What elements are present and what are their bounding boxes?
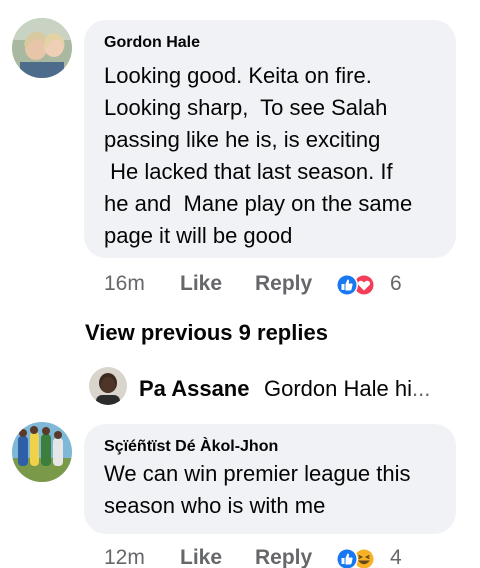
- comment-line: he and Mane play on the same: [104, 191, 413, 216]
- comment-line: page it will be good: [104, 223, 293, 248]
- avatar[interactable]: [12, 422, 72, 482]
- like-icon: [336, 548, 358, 568]
- reply-preview-row[interactable]: Pa Assane Gordon Hale hi...: [86, 364, 480, 410]
- comment-bubble: Sçïéñtïst Dé Àkol-Jhon We can win premie…: [84, 424, 456, 534]
- comment-author[interactable]: Gordon Hale: [104, 34, 200, 52]
- comment-line: He lacked that last season. If: [104, 159, 393, 184]
- view-previous-replies-link[interactable]: View previous 9 replies: [85, 320, 328, 346]
- comment-bubble: Gordon Hale Looking good. Keita on fire.…: [84, 20, 456, 258]
- comment-line: Looking good. Keita on fire.: [104, 63, 372, 88]
- timestamp[interactable]: 16m: [104, 272, 145, 296]
- ellipsis: ...: [411, 376, 431, 401]
- reactions[interactable]: [332, 546, 382, 568]
- comment-line: Looking sharp, To see Salah: [104, 95, 388, 120]
- profile-photo: [89, 367, 127, 405]
- reaction-icons: [336, 274, 375, 296]
- reply-author[interactable]: Pa Assane: [139, 376, 249, 402]
- reply-button[interactable]: Reply: [255, 546, 312, 568]
- reply-button[interactable]: Reply: [255, 272, 312, 296]
- comment-author[interactable]: Sçïéñtïst Dé Àkol-Jhon: [104, 438, 278, 456]
- like-button[interactable]: Like: [180, 272, 222, 296]
- reaction-icons: [336, 548, 375, 568]
- like-button[interactable]: Like: [180, 546, 222, 568]
- avatar[interactable]: [89, 367, 127, 405]
- comment-line: season who is with me: [104, 493, 326, 518]
- profile-photo: [12, 422, 72, 482]
- reply-preview-text[interactable]: Gordon Hale hi...: [264, 376, 430, 402]
- avatar[interactable]: [12, 18, 72, 78]
- like-icon: [336, 274, 358, 296]
- reaction-count[interactable]: 6: [390, 272, 402, 296]
- reaction-count[interactable]: 4: [390, 546, 402, 568]
- comment-actions: 16m Like Reply 6: [104, 272, 480, 302]
- comment-actions: 12m Like Reply 4: [104, 546, 480, 568]
- comment-line: passing like he is, is exciting: [104, 127, 381, 152]
- reply-snippet: Gordon Hale hi: [264, 376, 412, 401]
- profile-photo: [12, 18, 72, 78]
- timestamp[interactable]: 12m: [104, 546, 145, 568]
- comment-line: We can win premier league this: [104, 461, 411, 486]
- reactions[interactable]: [332, 272, 382, 296]
